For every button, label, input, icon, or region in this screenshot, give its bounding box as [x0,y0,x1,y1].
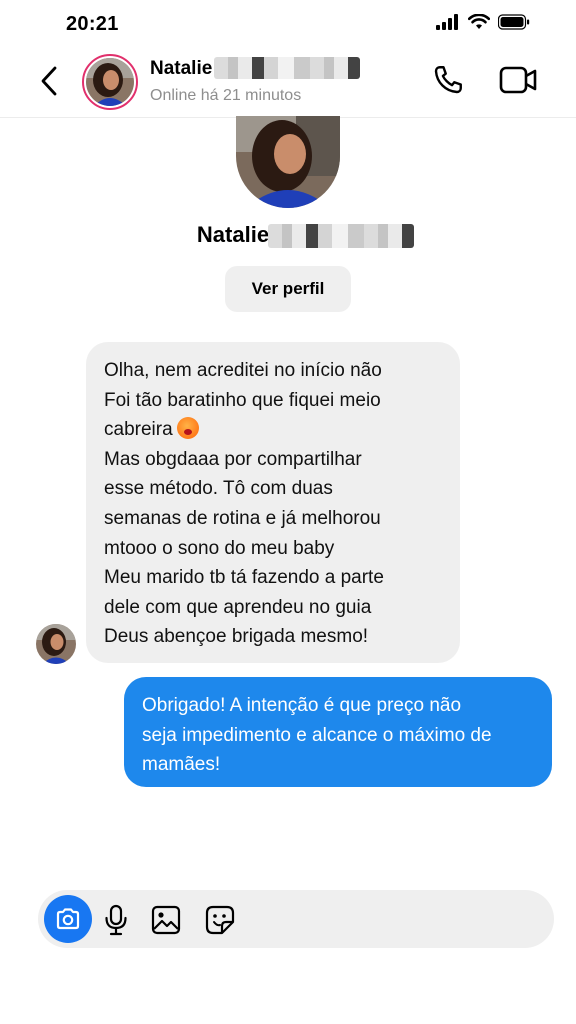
microphone-button[interactable] [100,904,132,936]
avatar-photo [36,624,76,664]
message-composer[interactable] [38,890,554,948]
message-line: seja impedimento e alcance o máximo de [142,724,492,746]
header-avatar[interactable] [82,54,138,110]
status-bar: 20:21 [0,0,576,48]
view-profile-button[interactable]: Ver perfil [225,266,351,312]
status-icons [436,14,530,30]
message-line: semanas de rotina e já melhorou [104,507,381,529]
outgoing-message-bubble[interactable]: Obrigado! A intenção é que preço não sej… [124,677,552,787]
message-line: dele com que aprendeu no guia [104,596,372,618]
video-call-button[interactable] [498,62,538,98]
sticker-icon [205,905,235,935]
message-line: Olha, nem acreditei no início não [104,360,382,381]
profile-photo [236,116,340,208]
sender-avatar[interactable] [36,624,76,664]
microphone-icon [105,904,127,936]
voice-call-button[interactable] [430,62,466,98]
profile-avatar[interactable] [236,116,340,208]
status-time: 20:21 [66,13,119,35]
message-line: cabreira [104,415,442,445]
message-line: Obrigado! A intenção é que preço não [142,695,462,716]
message-line: mtooo o sono do meu baby [104,537,335,559]
camera-button[interactable] [44,895,92,943]
cellular-signal-icon [436,14,458,30]
message-line: mamães! [142,754,221,776]
redacted-name-blur [214,57,360,79]
message-line: esse método. Tô com duas [104,478,333,500]
chat-header: Natalie Online há 21 minutos [0,48,576,118]
message-line: Foi tão baratinho que fiquei meio [104,389,381,411]
back-button[interactable] [36,64,62,98]
message-line: Deus abençoe brigada mesmo! [104,626,369,648]
message-line: Mas obgdaaa por compartilhar [104,448,362,470]
avatar-photo [86,58,134,106]
incoming-message-bubble[interactable]: Olha, nem acreditei no início não Foi tã… [86,342,460,663]
camera-icon [56,908,80,930]
flushed-face-emoji-icon [176,417,199,440]
wifi-icon [468,14,490,29]
contact-name: Natalie [150,58,213,79]
video-camera-icon [499,66,537,94]
phone-icon [434,66,462,94]
battery-icon [498,14,530,30]
sticker-button[interactable] [204,904,236,936]
online-status: Online há 21 minutos [150,87,302,104]
chevron-left-icon [41,66,57,96]
gallery-button[interactable] [150,904,182,936]
image-gallery-icon [151,905,181,935]
redacted-name-blur [268,224,414,248]
message-line: Meu marido tb tá fazendo a parte [104,567,384,589]
